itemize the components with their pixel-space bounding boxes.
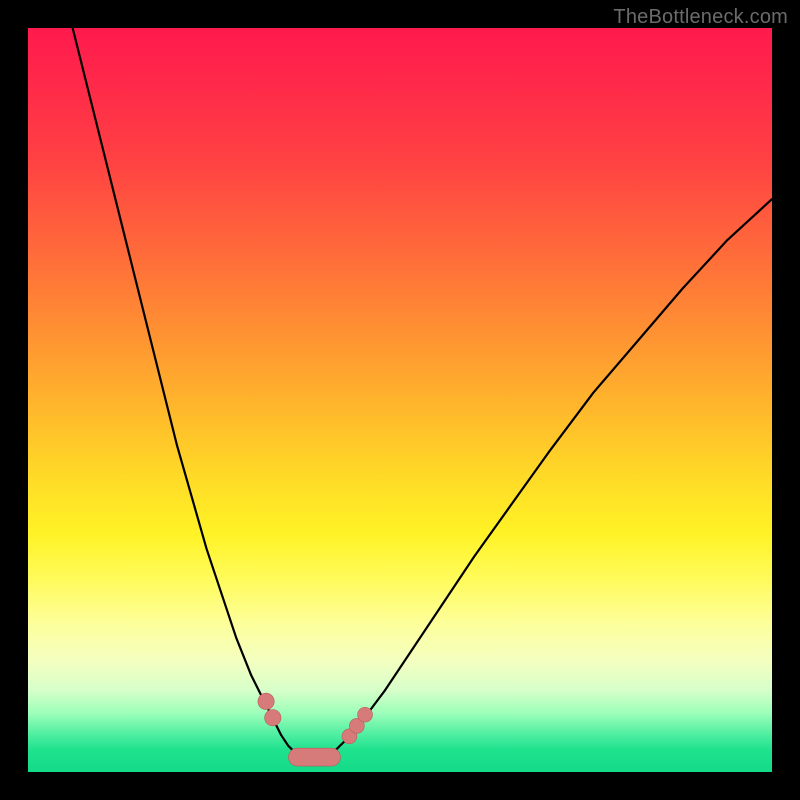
plot-area [28, 28, 772, 772]
chart-frame: TheBottleneck.com [0, 0, 800, 800]
left-curve [73, 28, 302, 757]
right-curve [327, 199, 772, 757]
left-dot-upper [258, 693, 274, 709]
left-dot-lower [265, 710, 281, 726]
valley-sausage [288, 748, 340, 766]
markers-group [258, 693, 373, 744]
right-dot-3 [358, 707, 373, 722]
watermark-text: TheBottleneck.com [613, 6, 788, 29]
curves-svg [28, 28, 772, 772]
